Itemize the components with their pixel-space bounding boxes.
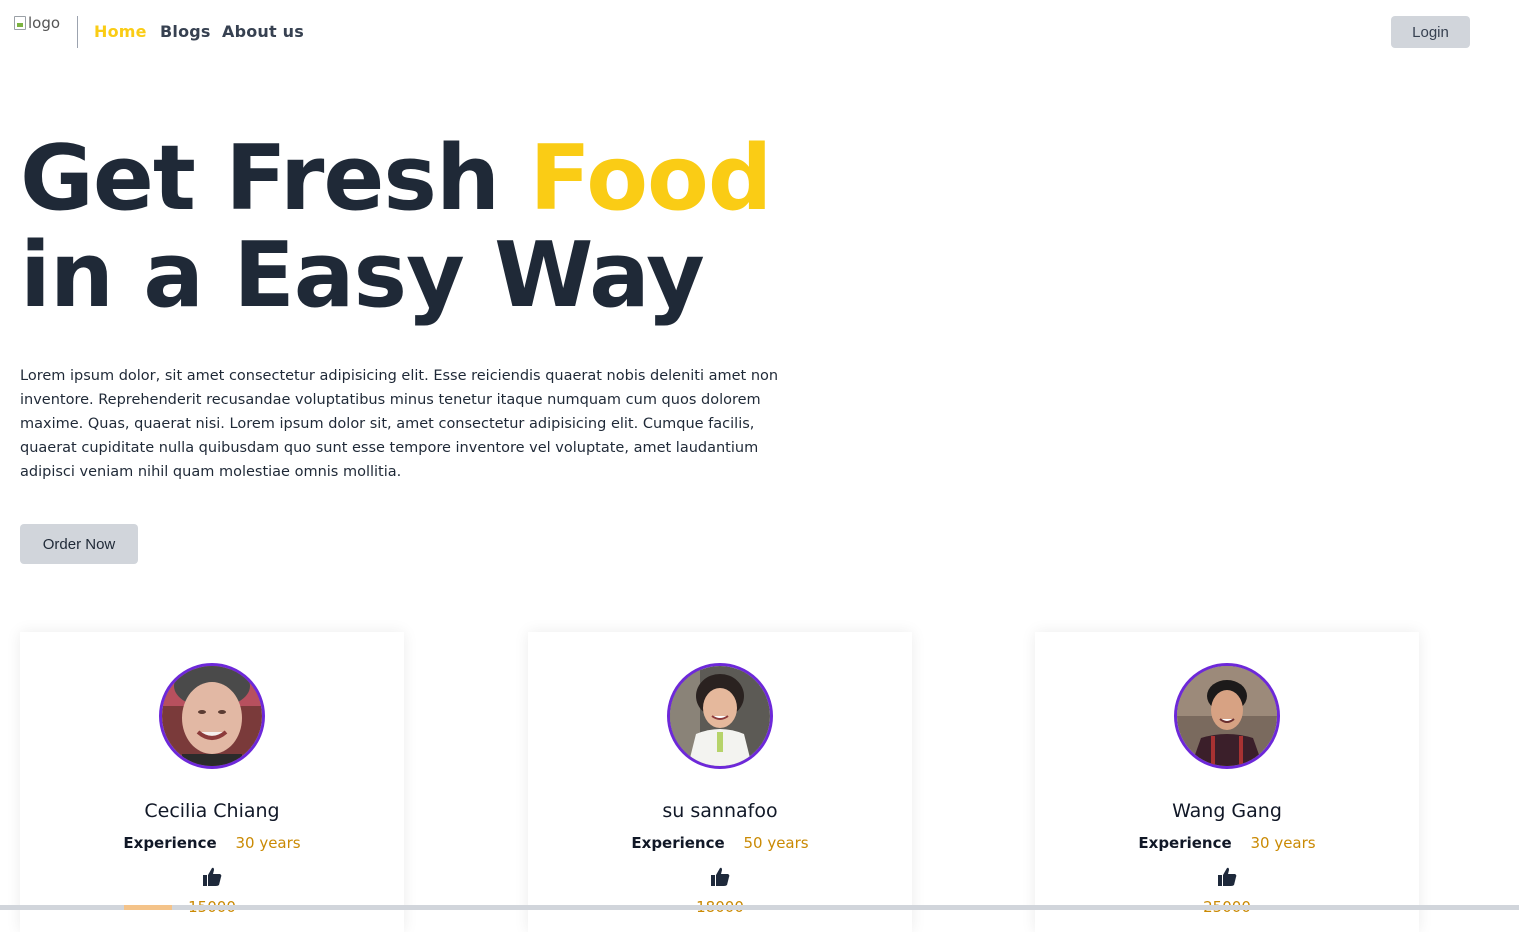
- chef-name: Cecilia Chiang: [144, 800, 280, 822]
- avatar: [159, 663, 265, 769]
- avatar: [1174, 663, 1280, 769]
- navbar: logo Home Blogs About us Login: [0, 0, 1519, 64]
- experience-label: Experience: [123, 834, 217, 852]
- chef-card: Wang Gang Experience 30 years 25000: [1035, 632, 1419, 932]
- hero-title: Get Fresh Food in a Easy Way: [20, 130, 772, 324]
- broken-image-icon: [14, 16, 26, 30]
- order-now-button[interactable]: Order Now: [20, 524, 138, 564]
- chef-card: Cecilia Chiang Experience 30 years 15000: [20, 632, 404, 932]
- experience-row: Experience 30 years: [1035, 834, 1419, 852]
- nav-link-home[interactable]: Home: [94, 22, 147, 41]
- chef-card: su sannafoo Experience 50 years 18000: [528, 632, 912, 932]
- logo[interactable]: logo: [14, 14, 60, 32]
- thumbs-up-icon[interactable]: [1217, 867, 1237, 887]
- hero-title-accent: Food: [529, 126, 772, 231]
- nav-link-blogs[interactable]: Blogs: [160, 22, 211, 41]
- hero-title-line2: in a Easy Way: [20, 223, 705, 328]
- hero-description: Lorem ipsum dolor, sit amet consectetur …: [20, 368, 779, 480]
- experience-value: 30 years: [235, 834, 301, 852]
- avatar: [667, 663, 773, 769]
- experience-label: Experience: [631, 834, 725, 852]
- chef-name: Wang Gang: [1172, 800, 1282, 822]
- thumbs-up-icon[interactable]: [710, 867, 730, 887]
- nav-divider: [77, 16, 78, 48]
- experience-row: Experience 30 years: [20, 834, 404, 852]
- experience-value: 30 years: [1250, 834, 1316, 852]
- login-button[interactable]: Login: [1391, 16, 1470, 48]
- nav-link-about-us[interactable]: About us: [222, 22, 304, 41]
- experience-label: Experience: [1138, 834, 1232, 852]
- experience-value: 50 years: [743, 834, 809, 852]
- scrollbar-thumb[interactable]: [124, 905, 172, 910]
- hero-title-part1: Get Fresh: [20, 126, 530, 231]
- chef-name: su sannafoo: [662, 800, 778, 822]
- experience-row: Experience 50 years: [528, 834, 912, 852]
- logo-alt-text: logo: [28, 14, 61, 32]
- thumbs-up-icon[interactable]: [202, 867, 222, 887]
- horizontal-scrollbar[interactable]: [0, 905, 1519, 910]
